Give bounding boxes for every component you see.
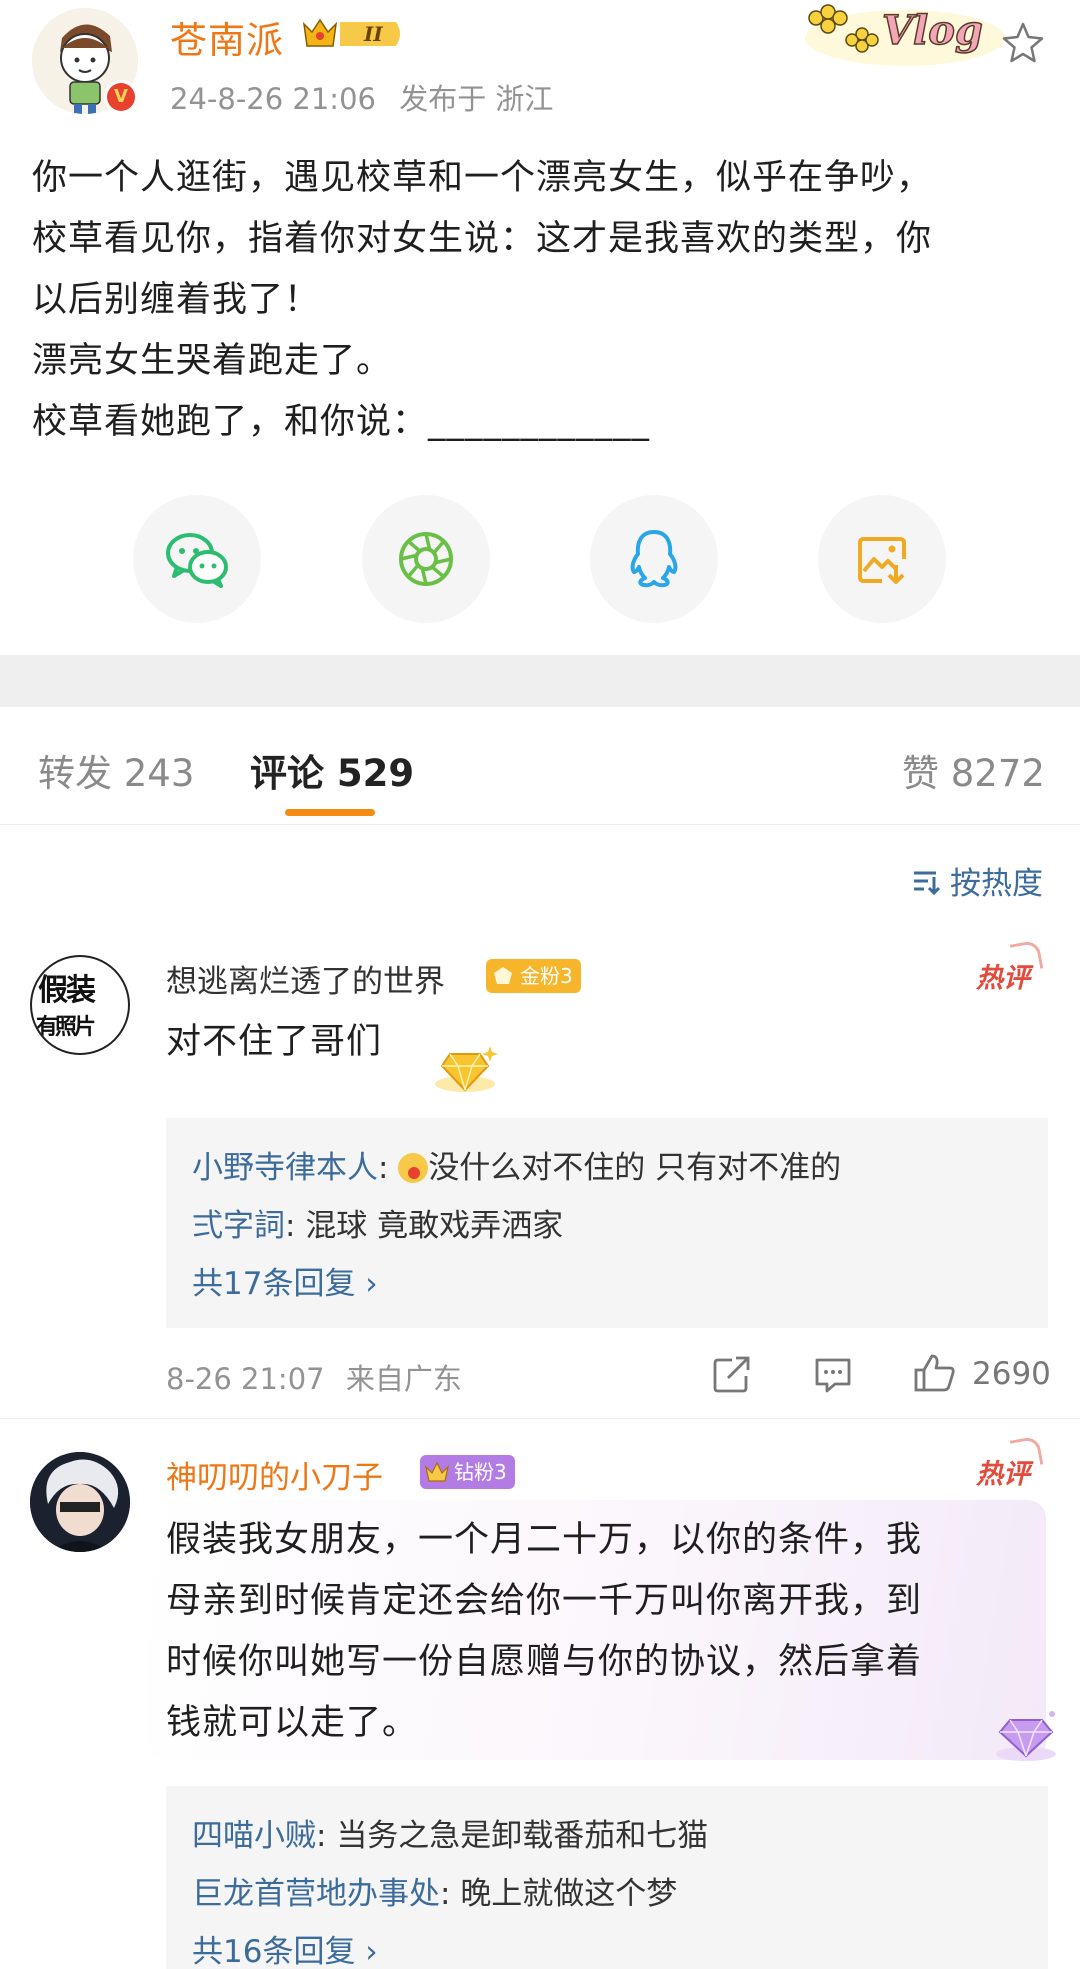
comment-text: 时候你叫她写一份自愿赠与你的协议，然后拿着 — [166, 1642, 923, 1682]
commenter-name[interactable]: 神叨叨的小刀子 — [166, 1452, 383, 1497]
qq-icon — [630, 530, 678, 588]
tab-reposts[interactable]: 转发 243 — [38, 743, 194, 797]
reply-username[interactable]: 四喵小贼 — [192, 1818, 316, 1854]
avatar-caption: 假装 — [38, 973, 96, 1008]
gold-fan-icon — [494, 967, 512, 984]
gold-gem-decoration-icon — [435, 1046, 498, 1092]
engagement-tabs: 转发 243 评论 529 赞 8272 — [0, 707, 1080, 825]
commenter-name[interactable]: 想逃离烂透了的世界 — [166, 956, 445, 1001]
wechat-icon — [166, 533, 228, 588]
share-wechat-button[interactable] — [133, 495, 261, 623]
commenter-avatar[interactable]: 假装 有照片 — [30, 955, 130, 1055]
active-tab-indicator — [285, 809, 375, 816]
reply-preview-box[interactable]: 四喵小贼: 当务之急是卸载番茄和七猫 巨龙首营地办事处: 晚上就做这个梦 共16… — [166, 1786, 1048, 1969]
comment-text: 假装我女朋友，一个月二十万，以你的条件，我 — [166, 1520, 923, 1560]
avatar-caption: 有照片 — [36, 1015, 96, 1040]
reply-text: 晚上就做这个梦 — [460, 1876, 678, 1912]
reply-username[interactable]: 小野寺律本人 — [192, 1150, 378, 1186]
comment-time: 8-26 21:07 — [166, 1362, 325, 1396]
hot-comment-label: 热评 — [976, 956, 1030, 995]
view-all-replies-link[interactable]: 共16条回复 › — [192, 1926, 378, 1969]
comment-divider — [0, 1418, 1080, 1419]
reply-item[interactable]: 弍字詞: 混球 竟敢戏弄洒家 — [192, 1200, 563, 1245]
reply-comment-icon[interactable] — [813, 1356, 853, 1394]
post-text-line: 校草看见你，指着你对女生说：这才是我喜欢的类型，你 — [32, 219, 933, 259]
comment-location: 来自广东 — [345, 1362, 462, 1396]
post-text-line: 以后别缠着我了！ — [32, 280, 321, 320]
post-body: 你一个人逛街，遇见校草和一个漂亮女生，似乎在争吵， 校草看见你，指着你对女生说：… — [32, 148, 1042, 453]
fan-badge[interactable]: 钻粉3 — [420, 1455, 515, 1489]
diamond-fan-crown-icon — [424, 1461, 450, 1482]
reply-item[interactable]: 巨龙首营地办事处: 晚上就做这个梦 — [192, 1868, 677, 1913]
vlog-text: Vlog — [882, 7, 983, 54]
vip-level: II — [363, 22, 383, 46]
reply-preview-box[interactable]: 小野寺律本人: 没什么对不住的 只有对不准的 弍字詞: 混球 竟敢戏弄洒家 共1… — [166, 1118, 1048, 1328]
post-text-line: 漂亮女生哭着跑走了。 — [32, 341, 393, 381]
sort-label: 按热度 — [950, 866, 1043, 902]
post-location: 发布于 浙江 — [399, 82, 554, 116]
sort-icon — [914, 871, 941, 895]
like-count: 2690 — [972, 1356, 1051, 1392]
save-image-icon — [858, 537, 906, 584]
vip-crown-badge-icon[interactable]: II — [300, 14, 404, 54]
comment-text: 对不住了哥们 — [166, 1022, 383, 1062]
reply-username[interactable]: 巨龙首营地办事处 — [192, 1876, 440, 1912]
fan-badge-label: 金粉3 — [520, 964, 573, 988]
comment-text: 母亲到时候肯定还会给你一千万叫你离开我，到 — [166, 1581, 923, 1621]
moments-icon — [399, 532, 453, 586]
tab-likes[interactable]: 赞 8272 — [902, 743, 1045, 797]
fan-badge[interactable]: 金粉3 — [486, 959, 581, 993]
comment-text: 钱就可以走了。 — [166, 1703, 419, 1743]
post-text-line: 你一个人逛街，遇见校草和一个漂亮女生，似乎在争吵， — [32, 158, 933, 198]
reply-text: 没什么对不住的 只有对不准的 — [428, 1150, 842, 1186]
sort-by-hot-button[interactable]: 按热度 — [912, 858, 1043, 903]
vlog-sticker: Vlog — [805, 4, 1005, 66]
reply-item[interactable]: 小野寺律本人: 没什么对不住的 只有对不准的 — [192, 1142, 841, 1187]
post-text-line: 校草看她跑了，和你说：____________ — [32, 402, 651, 442]
share-moments-button[interactable] — [362, 495, 490, 623]
verified-badge-icon: V — [104, 80, 138, 114]
tongue-emoji-icon — [398, 1153, 429, 1183]
share-comment-icon[interactable] — [712, 1356, 752, 1394]
share-qq-button[interactable] — [590, 495, 718, 623]
commenter-avatar[interactable] — [30, 1452, 130, 1552]
reply-text: 当务之急是卸载番茄和七猫 — [336, 1818, 709, 1854]
author-name[interactable]: 苍南派 — [170, 10, 284, 64]
post-meta: 24-8-26 21:06 发布于 浙江 — [170, 76, 553, 118]
reply-username[interactable]: 弍字詞 — [192, 1208, 285, 1244]
fan-badge-label: 钻粉3 — [454, 1460, 507, 1484]
post-time: 24-8-26 21:06 — [170, 82, 376, 116]
section-separator — [0, 655, 1080, 707]
comment-meta: 8-26 21:07 来自广东 — [166, 1356, 462, 1398]
save-image-button[interactable] — [818, 495, 946, 623]
reply-item[interactable]: 四喵小贼: 当务之急是卸载番茄和七猫 — [192, 1810, 708, 1855]
like-thumb-icon[interactable] — [912, 1352, 956, 1394]
tab-comments[interactable]: 评论 529 — [250, 743, 414, 797]
favorite-star-icon[interactable] — [1000, 20, 1046, 66]
hot-comment-label: 热评 — [976, 1452, 1030, 1491]
view-all-replies-link[interactable]: 共17条回复 › — [192, 1258, 378, 1303]
purple-gem-decoration-icon — [996, 1711, 1056, 1761]
post-header: V 苍南派 II 24-8-26 21:06 发布于 浙江 Vlog — [0, 0, 1080, 130]
reply-text: 混球 竟敢戏弄洒家 — [305, 1208, 564, 1244]
